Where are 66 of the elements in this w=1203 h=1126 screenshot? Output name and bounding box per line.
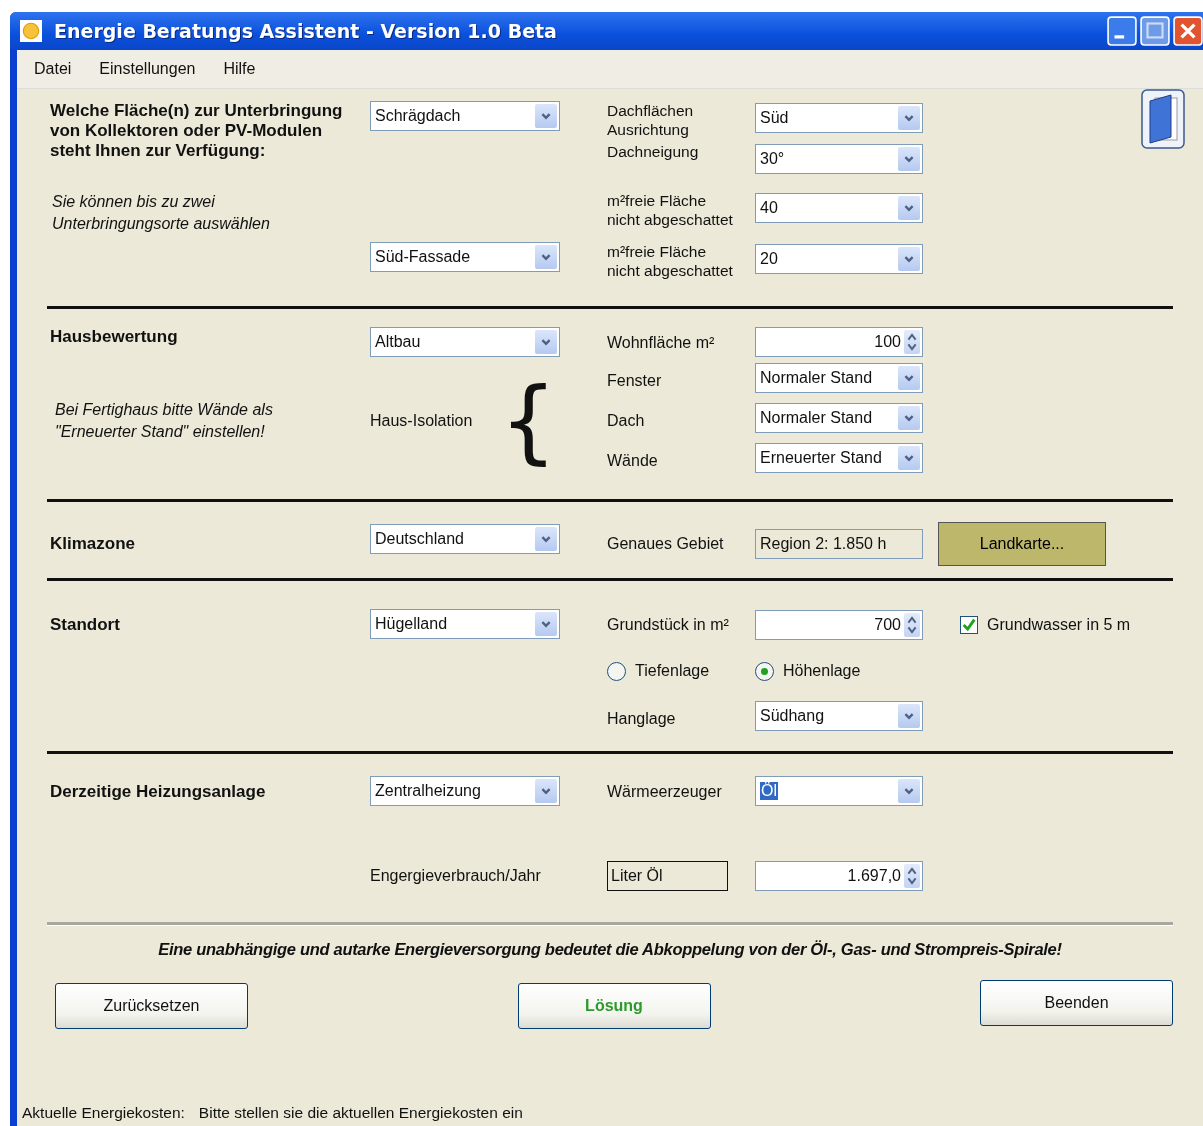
maximize-button[interactable]: [1140, 16, 1170, 46]
dropdown[interactable]: Schrägdach: [370, 101, 560, 131]
close-button[interactable]: [1173, 16, 1203, 46]
section-title: Derzeitige Heizungsanlage: [50, 782, 267, 802]
checkbox-label: Grundwasser in 5 m: [987, 615, 1131, 635]
spinner-icon: [904, 330, 920, 354]
book-button[interactable]: [1141, 89, 1185, 149]
hint-text: Sie können bis zu zwei Unterbringungsorte auswählen: [51, 192, 271, 234]
dropdown[interactable]: Öl: [755, 776, 923, 806]
field-label: Hanglage: [607, 709, 677, 729]
number-field[interactable]: 1.697,0: [755, 861, 923, 891]
unit-field: Liter Öl: [607, 861, 728, 891]
action-button[interactable]: Beenden: [980, 980, 1173, 1026]
minimize-button[interactable]: [1107, 16, 1137, 46]
region-field: Region 2: 1.850 h: [755, 529, 923, 559]
section-title: Klimazone: [50, 534, 137, 554]
slogan-text: Eine unabhängige und autarke Energieversorgung bedeutet die Abkoppelung von der Öl-, Gas- und Strompreis-Spirale!: [157, 940, 1063, 959]
menu-item[interactable]: Einstellungen: [99, 60, 196, 78]
dropdown[interactable]: Deutschland: [370, 524, 560, 554]
dropdown[interactable]: Südhang: [755, 701, 923, 731]
checkbox[interactable]: [960, 616, 978, 634]
dropdown[interactable]: Zentralheizung: [370, 776, 560, 806]
brace: {: [499, 376, 557, 466]
field-label: Engergieverbrauch/Jahr: [370, 866, 542, 886]
map-button[interactable]: Landkarte...: [938, 522, 1106, 566]
section-title: Standort: [50, 615, 121, 635]
question-text: Welche Fläche(n) zur Unterbringung von Kollektoren oder PV-Modulen steht Ihnen zur Verfügung:: [50, 101, 344, 161]
spinner-icon: [904, 613, 920, 637]
action-button[interactable]: Zurücksetzen: [55, 983, 248, 1029]
number-field[interactable]: 700: [755, 610, 923, 640]
field-label: Dach: [607, 411, 646, 431]
status-message: Bitte stellen sie die aktuellen Energiekosten ein: [198, 1104, 523, 1122]
menu-item[interactable]: Datei: [34, 60, 72, 78]
sun-icon: [20, 20, 42, 42]
dropdown[interactable]: 30°: [755, 144, 923, 174]
field-label: Wohnfläche m²: [607, 333, 716, 353]
field-label: m²freie Fläche nicht abgeschattet: [607, 242, 734, 280]
dropdown[interactable]: Normaler Stand: [755, 403, 923, 433]
spinner-icon: [904, 864, 920, 888]
section-title: Hausbewertung: [50, 327, 179, 347]
radio-button[interactable]: [607, 661, 626, 681]
dropdown[interactable]: Normaler Stand: [755, 363, 923, 393]
radio-label: Tiefenlage: [635, 661, 710, 681]
field-label: Dachneigung: [607, 142, 700, 161]
dropdown[interactable]: 20: [755, 244, 923, 274]
field-label: Wärmeerzeuger: [607, 782, 723, 802]
radio-button[interactable]: [755, 661, 774, 681]
field-label: m²freie Fläche nicht abgeschattet: [607, 191, 734, 229]
field-label: Genaues Gebiet: [607, 534, 725, 554]
field-label: Grundstück in m²: [607, 615, 730, 635]
field-label: Haus-Isolation: [370, 411, 473, 431]
dropdown[interactable]: Süd-Fassade: [370, 242, 560, 272]
field-label: Fenster: [607, 371, 663, 391]
menu-item[interactable]: Hilfe: [223, 60, 256, 78]
window-title: Energie Beratungs Assistent - Version 1.0 Beta: [54, 20, 558, 42]
field-label: Dachflächen Ausrichtung: [607, 101, 695, 139]
dropdown[interactable]: Hügelland: [370, 609, 560, 639]
status-label: Aktuelle Energiekosten:: [22, 1104, 185, 1122]
field-label: Wände: [607, 451, 659, 471]
hint-text: Bei Fertighaus bitte Wände als "Erneuerter Stand" einstellen!: [54, 400, 274, 442]
dropdown[interactable]: Süd: [755, 103, 923, 133]
dropdown[interactable]: Altbau: [370, 327, 560, 357]
dropdown[interactable]: 40: [755, 193, 923, 223]
dropdown[interactable]: Erneuerter Stand: [755, 443, 923, 473]
radio-label: Höhenlage: [783, 661, 861, 681]
number-field[interactable]: 100: [755, 327, 923, 357]
